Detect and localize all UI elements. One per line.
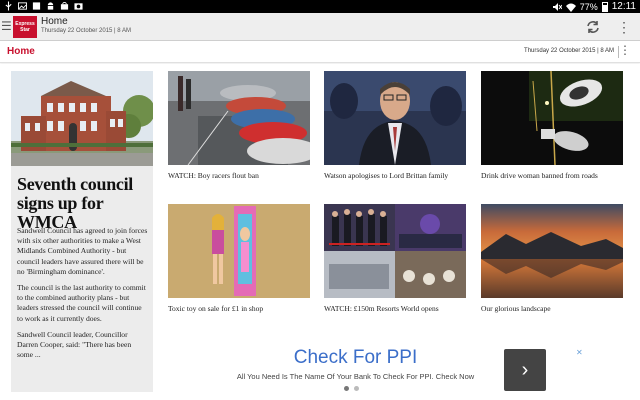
watson-image[interactable] xyxy=(324,71,466,165)
notification-icon xyxy=(32,2,41,10)
news-grid: Seventh council signs up for WMCA Sandwe… xyxy=(0,64,640,400)
section-title[interactable]: Home xyxy=(7,46,35,57)
battery-percent: 77% xyxy=(579,1,598,12)
section-bar: Home Thursday 22 October 2015 | 8 AM ⋮ xyxy=(0,41,640,63)
tile-caption[interactable]: WATCH: Boy racers flout ban xyxy=(168,171,310,180)
pager-dot xyxy=(344,386,349,391)
menu-icon[interactable]: ☰ xyxy=(1,20,12,32)
lead-paragraph: The council is the last authority to com… xyxy=(17,283,146,323)
mute-icon xyxy=(552,2,562,11)
app-bar: ☰ Express Star Home Thursday 22 October … xyxy=(0,13,640,41)
lead-story-headline[interactable]: Seventh council signs up for WMCA xyxy=(17,175,151,232)
shopping-icon xyxy=(60,1,69,10)
battery-icon xyxy=(601,1,608,12)
app-subtitle: Thursday 22 October 2015 | 8 AM xyxy=(41,28,131,34)
android-icon xyxy=(47,2,54,10)
section-overflow-icon[interactable]: ⋮ xyxy=(619,43,631,57)
lead-paragraph: Sandwell Council leader, Councillor Darr… xyxy=(17,329,132,360)
resorts-world-image[interactable] xyxy=(324,204,466,298)
news-tile[interactable]: Drink drive woman banned from roads xyxy=(481,71,623,180)
logo-line-2: Star xyxy=(20,27,30,33)
app-title: Home xyxy=(41,16,68,27)
wifi-icon xyxy=(565,3,576,12)
landscape-image[interactable] xyxy=(481,204,623,298)
ad-title[interactable]: Check For PPI xyxy=(168,347,543,369)
section-date: Thursday 22 October 2015 | 8 AM xyxy=(524,48,614,54)
lead-story-image[interactable] xyxy=(11,71,153,166)
tile-caption[interactable]: Our glorious landscape xyxy=(481,304,623,313)
status-bar: 77% 12:11 xyxy=(0,0,640,13)
pager-dot xyxy=(354,386,359,391)
notification-icons xyxy=(4,1,83,11)
lead-story-summary: Sandwell Council has agreed to join forc… xyxy=(17,226,149,366)
tile-caption[interactable]: Drink drive woman banned from roads xyxy=(481,171,623,180)
clock: 12:11 xyxy=(611,1,636,12)
refresh-icon[interactable] xyxy=(585,19,601,35)
news-tile[interactable]: Watson apologises to Lord Brittan family xyxy=(324,71,466,180)
tile-caption[interactable]: WATCH: £150m Resorts World opens xyxy=(324,304,466,313)
ad-next-button[interactable]: › xyxy=(504,349,546,391)
news-tile[interactable]: Toxic toy on sale for £1 in shop xyxy=(168,204,310,313)
news-tile[interactable]: Our glorious landscape xyxy=(481,204,623,313)
ad-banner[interactable]: Check For PPI All You Need Is The Name O… xyxy=(168,344,588,392)
usb-icon xyxy=(5,1,12,11)
system-indicators: 77% 12:11 xyxy=(552,0,636,13)
express-star-logo[interactable]: Express Star xyxy=(13,16,37,38)
ad-close-icon[interactable]: ✕ xyxy=(576,348,583,357)
ad-pager xyxy=(344,386,359,391)
news-tile[interactable]: WATCH: £150m Resorts World opens xyxy=(324,204,466,313)
tile-caption[interactable]: Toxic toy on sale for £1 in shop xyxy=(168,304,310,313)
image-icon xyxy=(18,2,27,10)
news-tile[interactable]: WATCH: Boy racers flout ban xyxy=(168,71,310,180)
camera-icon xyxy=(74,3,83,10)
drink-drive-image[interactable] xyxy=(481,71,623,165)
lead-paragraph: Sandwell Council has agreed to join forc… xyxy=(17,226,148,276)
overflow-menu-icon[interactable]: ⋮ xyxy=(617,18,631,36)
tile-caption[interactable]: Watson apologises to Lord Brittan family xyxy=(324,171,466,180)
lead-story-card[interactable]: Seventh council signs up for WMCA Sandwe… xyxy=(11,71,153,392)
boy-racers-image[interactable] xyxy=(168,71,310,165)
toxic-toy-image[interactable] xyxy=(168,204,310,298)
ad-subtitle[interactable]: All You Need Is The Name Of Your Bank To… xyxy=(168,372,543,381)
